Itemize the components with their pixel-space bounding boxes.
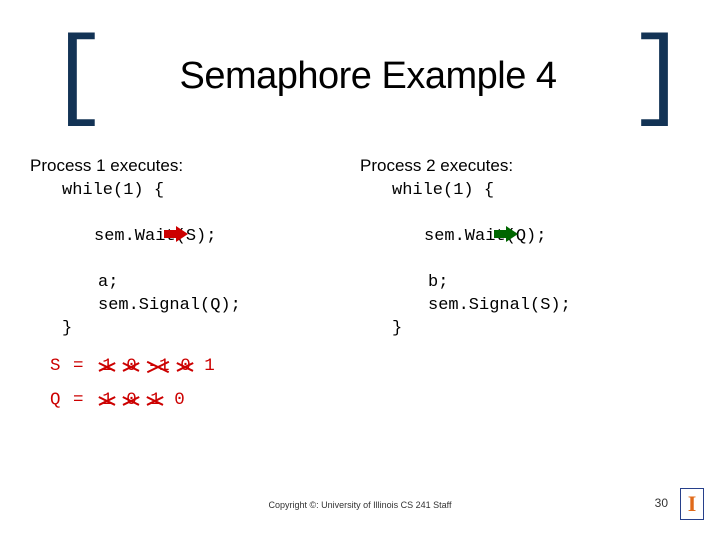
p2-line-1: while(1) { [360, 180, 690, 203]
illinois-logo-icon: I [680, 488, 704, 520]
col-process-2: Process 2 executes: while(1) { sem.Wait(… [360, 155, 690, 341]
p2-line-5: } [360, 318, 690, 341]
p1-line-2: sem.Wait(S); [94, 226, 216, 249]
p1-line-2-row: sem.Wait(S); [30, 203, 360, 272]
page-number: 30 [655, 496, 668, 510]
exec-arrow-icon [392, 203, 424, 272]
p2-line-3: b; [360, 272, 690, 295]
p2-line-2-row: sem.Wait(Q); [360, 203, 690, 272]
p2-line-4: sem.Signal(S); [360, 295, 690, 318]
slide: [ Semaphore Example 4 ] Process 1 execut… [0, 0, 720, 540]
s-val-crossed: 1 [96, 356, 120, 376]
q-sequence: Q = 1010 [50, 390, 192, 410]
right-bracket-icon: ] [628, 50, 688, 110]
p1-line-4: sem.Signal(Q); [30, 295, 360, 318]
content: Process 1 executes: while(1) { sem.Wait(… [30, 155, 690, 341]
s-sequence: S = 10-101 [50, 356, 222, 376]
s-label: S = [50, 356, 96, 376]
q-val-crossed: 1 [96, 390, 120, 410]
s-val-crossed: -1 [144, 356, 174, 376]
p2-line-2: sem.Wait(Q); [424, 226, 546, 249]
footer-copyright: Copyright ©: University of Illinois CS 2… [0, 500, 720, 510]
p1-line-5: } [30, 318, 360, 341]
q-label: Q = [50, 390, 96, 410]
left-bracket-icon: [ [48, 50, 108, 110]
exec-arrow-icon [62, 203, 94, 272]
s-val-crossed: 0 [174, 356, 198, 376]
q-val-crossed: 1 [144, 390, 168, 410]
process-2-heading: Process 2 executes: [360, 155, 690, 178]
p1-line-3: a; [30, 272, 360, 295]
process-1-heading: Process 1 executes: [30, 155, 360, 178]
title-row: [ Semaphore Example 4 ] [48, 40, 688, 112]
q-val-final: 0 [168, 390, 192, 410]
s-val-crossed: 0 [120, 356, 144, 376]
p1-line-1: while(1) { [30, 180, 360, 203]
q-val-crossed: 0 [120, 390, 144, 410]
s-val-final: 1 [198, 356, 222, 376]
col-process-1: Process 1 executes: while(1) { sem.Wait(… [30, 155, 360, 341]
page-title: Semaphore Example 4 [179, 55, 556, 98]
